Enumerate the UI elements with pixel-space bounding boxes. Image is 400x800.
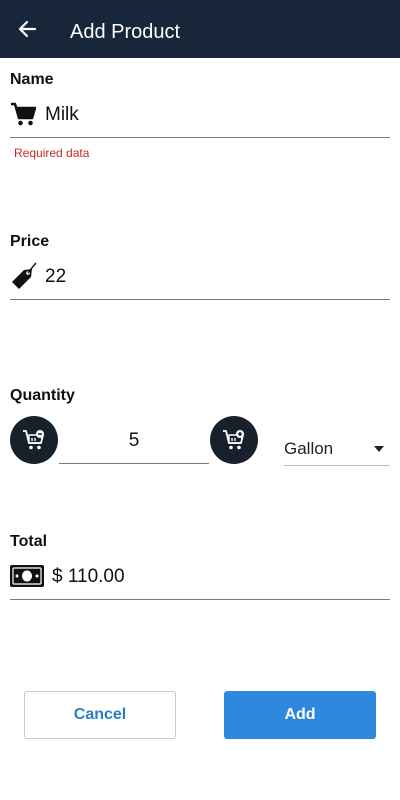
arrow-left-icon: [18, 20, 37, 38]
price-tag-icon: [12, 262, 37, 289]
unit-selected-value: Gallon: [284, 439, 334, 458]
quantity-label: Quantity: [10, 387, 75, 404]
app-bar: Add Product: [0, 0, 400, 58]
name-input[interactable]: Milk: [45, 104, 79, 126]
back-button[interactable]: [12, 14, 42, 44]
unit-dropdown[interactable]: Gallon: [284, 431, 390, 466]
name-field[interactable]: Milk: [10, 96, 390, 138]
cart-icon: [11, 102, 36, 126]
price-field[interactable]: 22: [10, 258, 390, 300]
dropdown-arrow-icon: [374, 446, 384, 452]
price-label: Price: [10, 233, 50, 250]
increment-button[interactable]: [210, 416, 258, 464]
cash-icon: [10, 565, 44, 587]
cart-minus-icon: [23, 430, 44, 450]
total-value: $ 110.00: [52, 566, 125, 587]
name-error-text: Required data: [14, 146, 90, 160]
name-label: Name: [10, 71, 54, 88]
cancel-button[interactable]: Cancel: [24, 691, 176, 739]
cart-plus-icon: [223, 430, 244, 450]
page-title: Add Product: [70, 21, 181, 43]
total-field: $ 110.00: [10, 558, 390, 600]
total-label: Total: [10, 533, 48, 550]
quantity-input[interactable]: 5: [59, 419, 209, 464]
price-input[interactable]: 22: [45, 266, 66, 288]
add-button[interactable]: Add: [224, 691, 376, 739]
decrement-button[interactable]: [10, 416, 58, 464]
